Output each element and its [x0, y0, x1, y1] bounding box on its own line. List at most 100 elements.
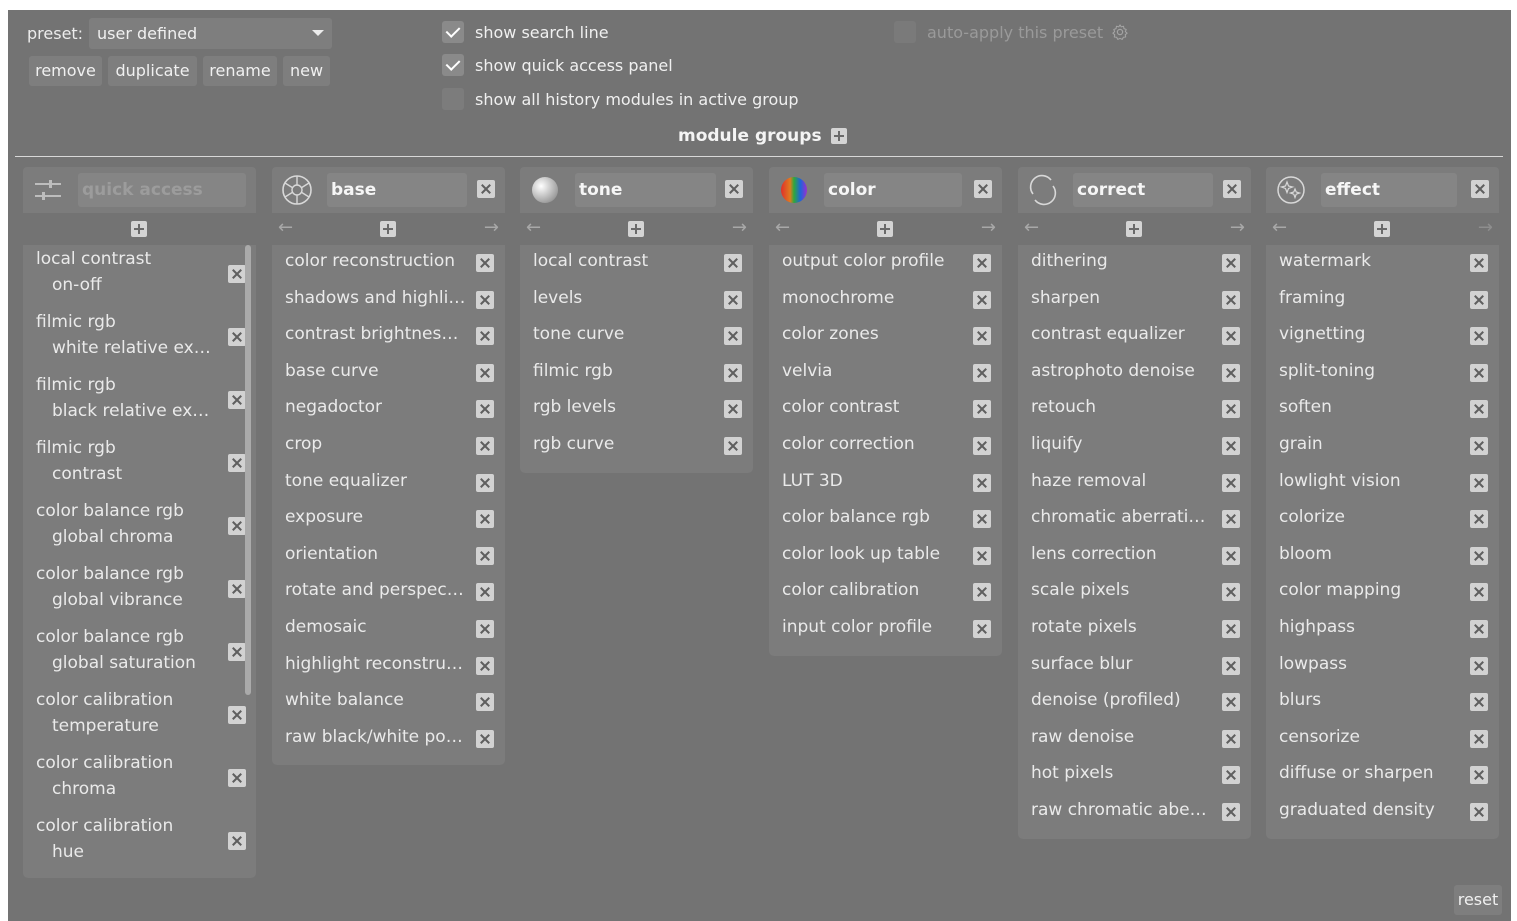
- module-item[interactable]: rgb curve: [520, 428, 753, 465]
- module-item[interactable]: input color profile: [769, 611, 1002, 648]
- gear-icon[interactable]: [1111, 23, 1129, 41]
- add-module-icon[interactable]: [877, 221, 893, 237]
- remove-icon[interactable]: [973, 254, 991, 272]
- module-item[interactable]: hot pixels: [1018, 757, 1251, 794]
- quick-access-item[interactable]: local contrast on-off: [23, 245, 256, 308]
- show-search-line-option[interactable]: show search line: [442, 20, 609, 44]
- move-right-icon[interactable]: →: [732, 217, 747, 238]
- remove-icon[interactable]: [228, 265, 246, 283]
- remove-icon[interactable]: [476, 254, 494, 272]
- module-item[interactable]: negadoctor: [272, 391, 505, 428]
- remove-icon[interactable]: [476, 619, 494, 638]
- remove-icon[interactable]: [476, 693, 494, 712]
- module-item[interactable]: lens correction: [1018, 538, 1251, 575]
- auto-apply-option[interactable]: auto-apply this preset: [894, 20, 1129, 44]
- module-item[interactable]: monochrome: [769, 282, 1002, 319]
- module-item[interactable]: soften: [1266, 391, 1499, 428]
- remove-icon[interactable]: [228, 769, 246, 787]
- module-item[interactable]: color look up table: [769, 538, 1002, 575]
- module-item[interactable]: raw chromatic aberrati…: [1018, 794, 1251, 831]
- group-name-field[interactable]: correct: [1073, 173, 1213, 207]
- delete-group-icon[interactable]: [725, 180, 743, 198]
- module-item[interactable]: local contrast: [520, 245, 753, 282]
- remove-icon[interactable]: [228, 391, 246, 409]
- remove-icon[interactable]: [1222, 766, 1240, 785]
- duplicate-button[interactable]: duplicate: [108, 56, 197, 86]
- show-search-line-checkbox[interactable]: [442, 21, 464, 43]
- group-name-field[interactable]: color: [824, 173, 962, 207]
- quick-access-item[interactable]: color balance rgb global chroma: [23, 497, 256, 560]
- move-right-icon[interactable]: →: [1230, 217, 1245, 238]
- module-item[interactable]: lowlight vision: [1266, 465, 1499, 502]
- remove-icon[interactable]: [228, 580, 246, 598]
- remove-icon[interactable]: [724, 436, 742, 455]
- module-item[interactable]: censorize: [1266, 721, 1499, 758]
- remove-icon[interactable]: [724, 363, 742, 382]
- remove-icon[interactable]: [1470, 766, 1488, 785]
- module-item[interactable]: diffuse or sharpen: [1266, 757, 1499, 794]
- module-item[interactable]: haze removal: [1018, 465, 1251, 502]
- rename-button[interactable]: rename: [203, 56, 277, 86]
- remove-icon[interactable]: [1470, 693, 1488, 712]
- remove-icon[interactable]: [973, 583, 991, 602]
- remove-icon[interactable]: [724, 290, 742, 309]
- remove-icon[interactable]: [973, 619, 991, 638]
- new-button[interactable]: new: [283, 56, 330, 86]
- module-item[interactable]: color contrast: [769, 391, 1002, 428]
- remove-icon[interactable]: [228, 454, 246, 472]
- remove-icon[interactable]: [973, 400, 991, 419]
- remove-icon[interactable]: [476, 546, 494, 565]
- move-left-icon[interactable]: ←: [526, 217, 541, 238]
- module-item[interactable]: crop: [272, 428, 505, 465]
- module-item[interactable]: orientation: [272, 538, 505, 575]
- module-item[interactable]: velvia: [769, 355, 1002, 392]
- remove-icon[interactable]: [1222, 363, 1240, 382]
- module-item[interactable]: bloom: [1266, 538, 1499, 575]
- remove-icon[interactable]: [1470, 802, 1488, 821]
- remove-icon[interactable]: [1470, 583, 1488, 602]
- delete-group-icon[interactable]: [477, 180, 495, 198]
- show-quick-access-option[interactable]: show quick access panel: [442, 53, 673, 77]
- remove-icon[interactable]: [973, 546, 991, 565]
- module-item[interactable]: framing: [1266, 282, 1499, 319]
- remove-icon[interactable]: [228, 643, 246, 661]
- remove-icon[interactable]: [973, 473, 991, 492]
- module-item[interactable]: watermark: [1266, 245, 1499, 282]
- remove-icon[interactable]: [1470, 729, 1488, 748]
- module-item[interactable]: white balance: [272, 684, 505, 721]
- delete-group-icon[interactable]: [1223, 180, 1241, 198]
- module-item[interactable]: rotate pixels: [1018, 611, 1251, 648]
- module-item[interactable]: highlight reconstruction: [272, 648, 505, 685]
- module-item[interactable]: colorize: [1266, 501, 1499, 538]
- preset-dropdown[interactable]: user defined: [89, 18, 332, 49]
- module-item[interactable]: highpass: [1266, 611, 1499, 648]
- quick-access-item[interactable]: filmic rgb white relative expo…: [23, 308, 256, 371]
- module-item[interactable]: color zones: [769, 318, 1002, 355]
- add-module-icon[interactable]: [628, 221, 644, 237]
- remove-icon[interactable]: [1222, 400, 1240, 419]
- module-item[interactable]: graduated density: [1266, 794, 1499, 831]
- module-item[interactable]: exposure: [272, 501, 505, 538]
- module-item[interactable]: color balance rgb: [769, 501, 1002, 538]
- remove-icon[interactable]: [476, 656, 494, 675]
- remove-icon[interactable]: [1470, 400, 1488, 419]
- remove-icon[interactable]: [476, 729, 494, 748]
- module-item[interactable]: chromatic aberrations: [1018, 501, 1251, 538]
- remove-icon[interactable]: [1470, 510, 1488, 529]
- remove-icon[interactable]: [228, 832, 246, 850]
- reset-button[interactable]: reset: [1454, 885, 1502, 915]
- module-item[interactable]: rotate and perspective: [272, 574, 505, 611]
- remove-icon[interactable]: [1222, 510, 1240, 529]
- remove-icon[interactable]: [1222, 546, 1240, 565]
- module-item[interactable]: demosaic: [272, 611, 505, 648]
- module-item[interactable]: raw black/white point: [272, 721, 505, 758]
- move-right-icon[interactable]: →: [981, 217, 996, 238]
- remove-icon[interactable]: [1222, 729, 1240, 748]
- show-quick-access-checkbox[interactable]: [442, 54, 464, 76]
- module-item[interactable]: vignetting: [1266, 318, 1499, 355]
- module-item[interactable]: tone equalizer: [272, 465, 505, 502]
- remove-icon[interactable]: [1470, 473, 1488, 492]
- module-item[interactable]: rgb levels: [520, 391, 753, 428]
- remove-icon[interactable]: [228, 328, 246, 346]
- remove-icon[interactable]: [724, 254, 742, 272]
